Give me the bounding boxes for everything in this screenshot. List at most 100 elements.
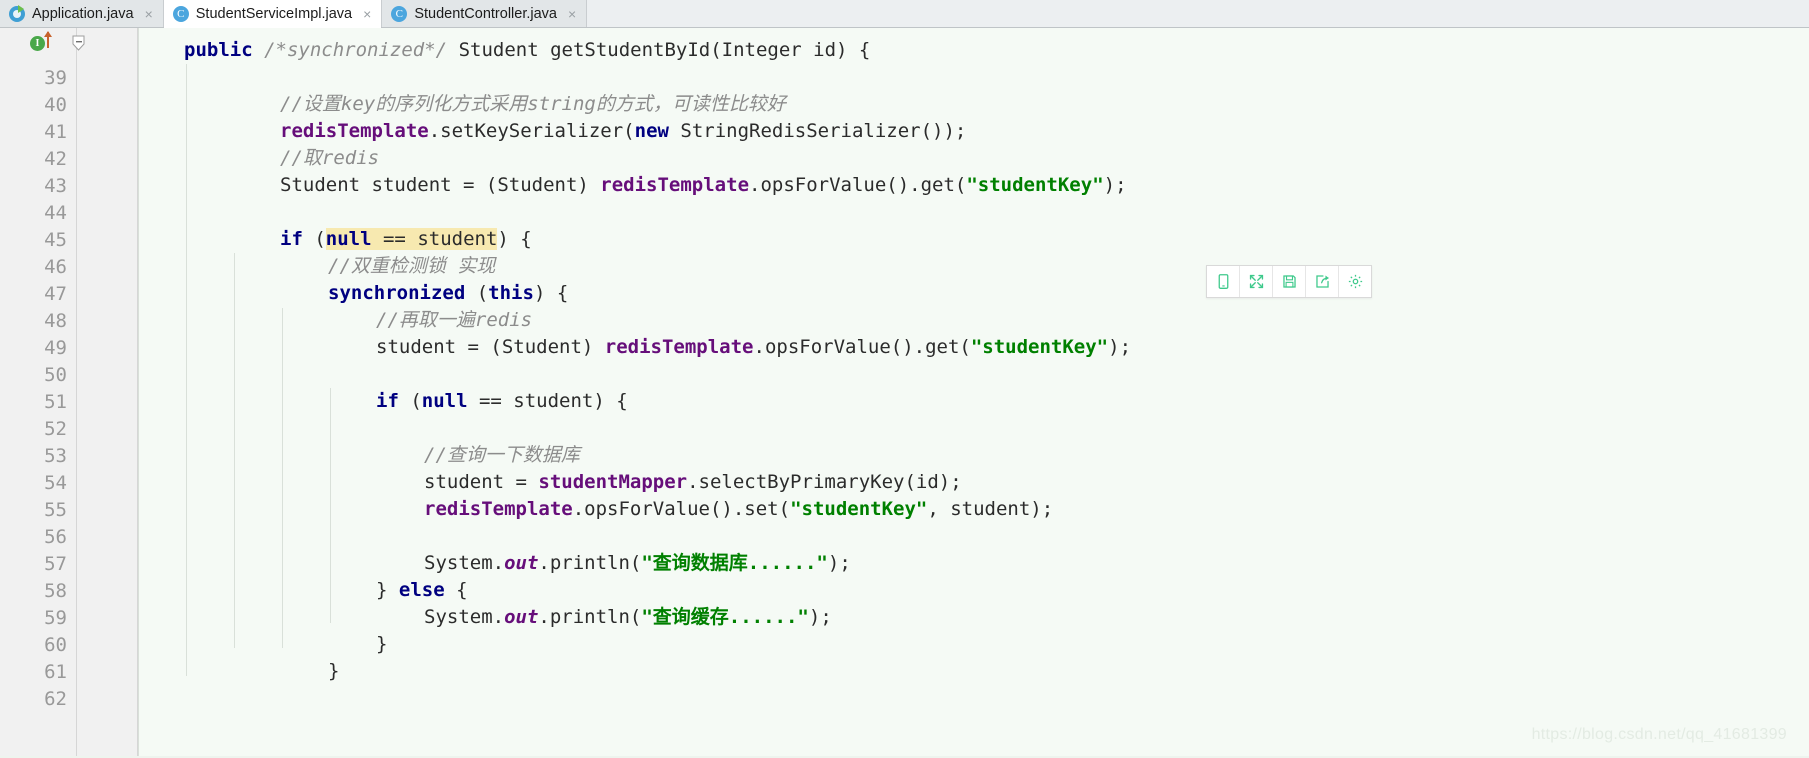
fullscreen-expand-icon[interactable] <box>1240 266 1273 297</box>
code-token: , student); <box>927 498 1054 520</box>
line-number: 48 <box>44 310 67 332</box>
code-token: ( <box>302 228 326 250</box>
code-line[interactable]: student = studentMapper.selectByPrimaryK… <box>138 469 1809 496</box>
fold-gutter[interactable] <box>77 28 138 758</box>
save-icon[interactable] <box>1273 266 1306 297</box>
code-line[interactable]: System.out.println("查询数据库......"); <box>138 550 1809 577</box>
code-token: student = (Student) <box>376 336 605 358</box>
code-token: null <box>325 228 372 250</box>
code-line[interactable]: //再取一遍redis <box>138 307 1809 334</box>
code-line[interactable]: redisTemplate.setKeySerializer(new Strin… <box>138 118 1809 145</box>
code-token: System. <box>424 552 505 574</box>
editor-tab-label: Application.java <box>32 5 134 22</box>
code-line[interactable] <box>138 361 1809 388</box>
line-number: 41 <box>44 121 67 143</box>
code-token: //双重检测锁 实现 <box>328 255 496 277</box>
code-token: student = <box>424 471 539 493</box>
code-token: redisTemplate <box>280 120 429 142</box>
code-line[interactable]: if (null == student) { <box>138 226 1809 253</box>
editor-tab-2[interactable]: C StudentController.java × <box>382 0 588 27</box>
line-number: 51 <box>44 391 67 413</box>
gear-settings-icon[interactable] <box>1339 266 1371 297</box>
code-token: .selectByPrimaryKey(id); <box>687 471 962 493</box>
implements-marker-icon[interactable]: I <box>30 36 45 51</box>
code-token: new <box>634 120 669 142</box>
code-line[interactable] <box>138 415 1809 442</box>
code-token: redisTemplate <box>600 174 750 196</box>
code-token: "查询数据库......" <box>641 552 828 574</box>
close-icon[interactable]: × <box>363 7 371 21</box>
code-line[interactable]: student = (Student) redisTemplate.opsFor… <box>138 334 1809 361</box>
mobile-preview-icon[interactable] <box>1207 266 1240 297</box>
line-number: 44 <box>44 202 67 224</box>
editor-tab-1[interactable]: C StudentServiceImpl.java × <box>163 0 383 28</box>
code-token: /*synchronized*/ <box>264 39 448 61</box>
code-token: StringRedisSerializer()); <box>668 120 967 142</box>
code-token: == <box>371 228 418 250</box>
code-line[interactable]: redisTemplate.opsForValue().set("student… <box>138 496 1809 523</box>
close-icon[interactable]: × <box>145 7 153 21</box>
code-line[interactable]: //查询一下数据库 <box>138 442 1809 469</box>
code-line[interactable]: } else { <box>138 577 1809 604</box>
code-token: } <box>376 579 399 601</box>
code-token: ) { <box>533 282 569 304</box>
code-token: out <box>504 606 539 628</box>
line-number: 46 <box>44 256 67 278</box>
line-number: 56 <box>44 526 67 548</box>
code-editor[interactable]: I public /*synchronized*/ Student getStu… <box>0 28 1809 758</box>
code-token: //设置key的序列化方式采用string的方式，可读性比较好 <box>280 93 786 115</box>
code-token: "studentKey" <box>970 336 1109 358</box>
code-token: if <box>280 228 303 250</box>
code-line[interactable]: } <box>138 658 1809 685</box>
fold-collapse-icon[interactable] <box>70 35 87 52</box>
code-token: Student student = (Student) <box>280 174 601 196</box>
code-token: public <box>184 39 253 61</box>
code-token: null <box>421 390 468 412</box>
code-token: redisTemplate <box>604 336 754 358</box>
code-token: student <box>417 228 498 250</box>
code-token: if <box>376 390 399 412</box>
editor-tab-0[interactable]: Application.java × <box>0 0 164 27</box>
code-line[interactable]: //双重检测锁 实现 <box>138 253 1809 280</box>
code-token: .opsForValue().get( <box>753 336 971 358</box>
override-arrow-icon <box>44 31 52 48</box>
code-line[interactable]: public /*synchronized*/ Student getStude… <box>138 37 1809 64</box>
code-line[interactable]: if (null == student) { <box>138 388 1809 415</box>
close-icon[interactable]: × <box>568 7 576 21</box>
line-number: 39 <box>44 67 67 89</box>
code-token: "studentKey" <box>966 174 1104 196</box>
code-token: //取redis <box>280 147 380 169</box>
code-line[interactable] <box>138 64 1809 91</box>
code-token: } <box>328 660 340 682</box>
code-token: ( <box>398 390 422 412</box>
line-number: 49 <box>44 337 67 359</box>
code-token: synchronized <box>328 282 466 304</box>
code-token: ); <box>1108 336 1132 358</box>
code-line[interactable]: } <box>138 631 1809 658</box>
code-token: .opsForValue().set( <box>572 498 791 520</box>
code-token: this <box>488 282 534 304</box>
java-class-icon: C <box>172 5 189 22</box>
code-line[interactable]: //设置key的序列化方式采用string的方式，可读性比较好 <box>138 91 1809 118</box>
code-line[interactable]: //取redis <box>138 145 1809 172</box>
code-line[interactable] <box>138 199 1809 226</box>
code-token: } <box>376 633 388 655</box>
share-export-icon[interactable] <box>1306 266 1339 297</box>
code-token: //再取一遍redis <box>376 309 533 331</box>
line-number: 59 <box>44 607 67 629</box>
code-token: ); <box>827 552 851 574</box>
code-token: .opsForValue().get( <box>749 174 967 196</box>
editor-window: Application.java × C StudentServiceImpl.jav… <box>0 0 1809 758</box>
code-line[interactable] <box>138 523 1809 550</box>
code-token: studentMapper <box>538 471 688 493</box>
floating-action-toolbar[interactable] <box>1206 265 1372 298</box>
line-number: 61 <box>44 661 67 683</box>
code-line[interactable]: Student student = (Student) redisTemplat… <box>138 172 1809 199</box>
code-line[interactable]: synchronized (this) { <box>138 280 1809 307</box>
line-number: 57 <box>44 553 67 575</box>
code-line[interactable]: System.out.println("查询缓存......"); <box>138 604 1809 631</box>
code-token: ( <box>465 282 489 304</box>
code-token: redisTemplate <box>424 498 573 520</box>
code-text-area[interactable]: public /*synchronized*/ Student getStude… <box>138 28 1809 758</box>
